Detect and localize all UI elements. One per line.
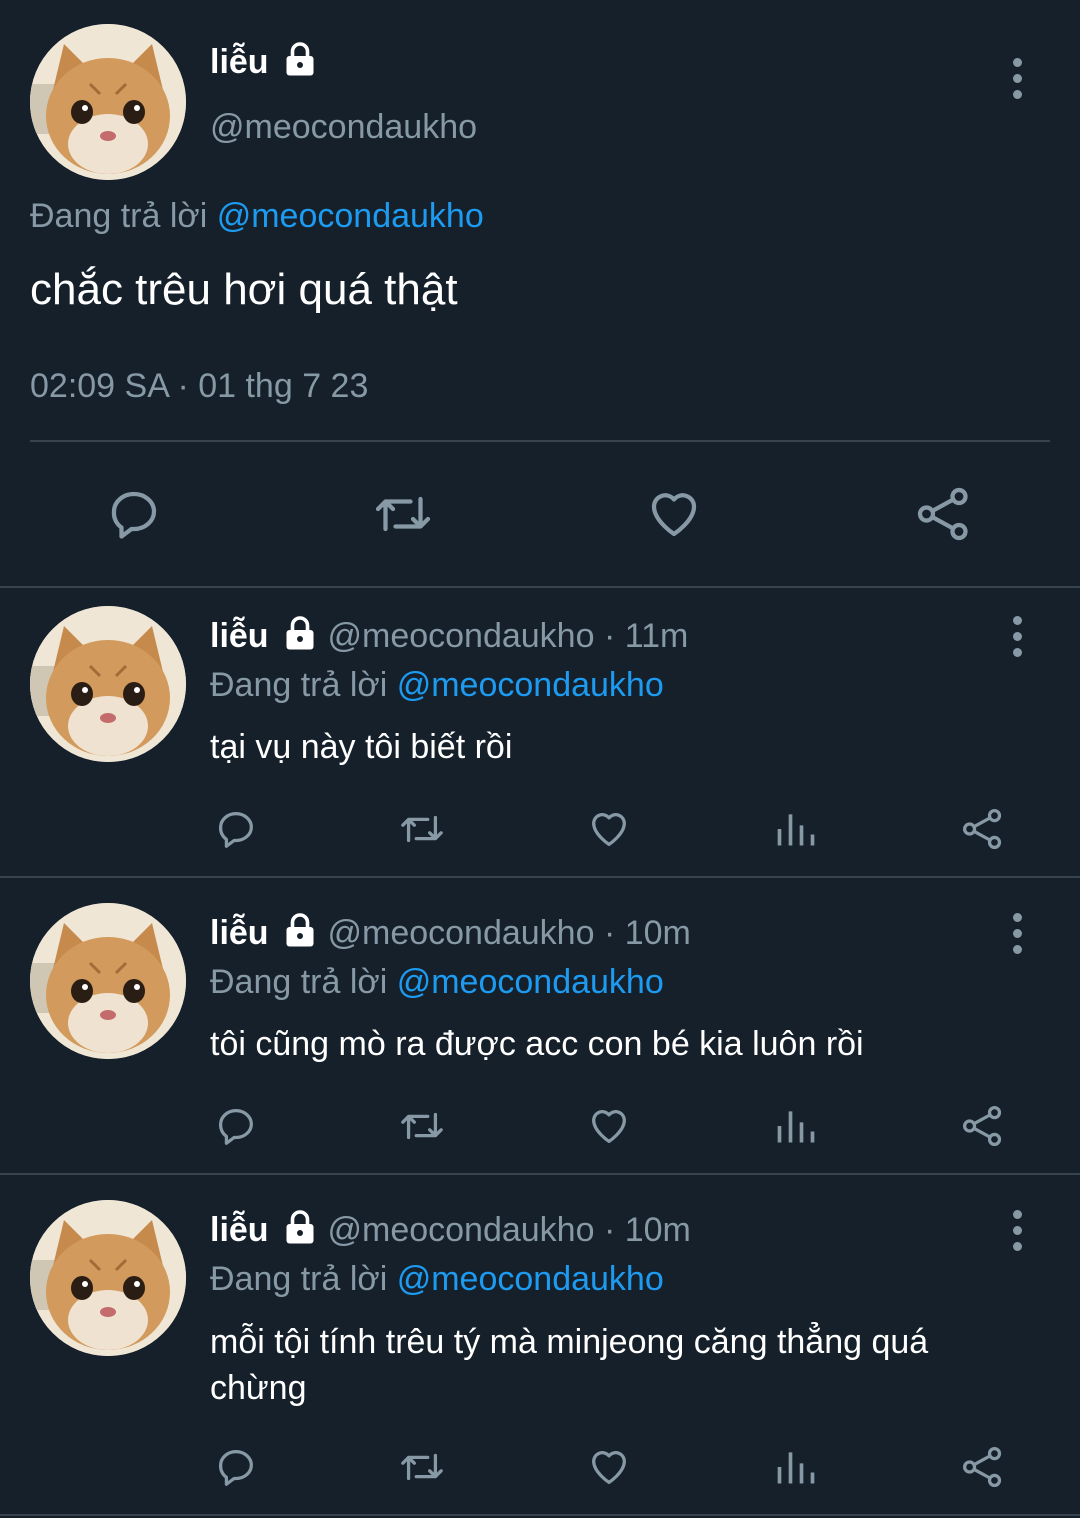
divider — [30, 440, 1050, 442]
avatar[interactable] — [30, 903, 186, 1059]
replying-to: Đang trả lời @meocondaukho — [30, 194, 484, 238]
author-row: liễu @meocondaukho · 10m — [210, 911, 691, 955]
heart-icon — [592, 1110, 626, 1143]
like-button[interactable] — [644, 484, 704, 544]
bar-chart-icon — [777, 1111, 815, 1143]
more-vertical-icon[interactable] — [1011, 58, 1023, 99]
retweet-button[interactable] — [396, 1103, 448, 1149]
more-vertical-icon[interactable] — [1011, 913, 1023, 954]
tweet-text: mỗi tội tính trêu tý mà minjeong căng th… — [210, 1319, 928, 1411]
tweet-text-line: chừng — [210, 1369, 307, 1407]
share-button[interactable] — [960, 1444, 1006, 1490]
author-row: liễu — [210, 40, 318, 84]
analytics-button[interactable] — [774, 1444, 818, 1490]
handle[interactable]: @meocondaukho — [210, 105, 477, 149]
analytics-button[interactable] — [774, 1103, 818, 1149]
like-button[interactable] — [586, 1444, 632, 1490]
reply-button[interactable] — [213, 1103, 259, 1149]
divider — [0, 1514, 1080, 1516]
replying-to: Đang trả lời @meocondaukho — [210, 960, 664, 1004]
replying-prefix: Đang trả lời — [210, 963, 388, 1001]
replying-prefix: Đang trả lời — [210, 666, 388, 704]
lock-icon — [286, 1210, 314, 1244]
heart-icon — [592, 813, 626, 846]
replying-handle-link[interactable]: @meocondaukho — [397, 666, 664, 704]
reply-button[interactable] — [213, 806, 259, 852]
display-name[interactable]: liễu — [210, 43, 269, 81]
handle-time[interactable]: @meocondaukho · 11m — [327, 617, 688, 655]
share-icon — [962, 1446, 1002, 1488]
replying-handle-link[interactable]: @meocondaukho — [217, 197, 484, 235]
bar-chart-icon — [777, 814, 815, 846]
display-name[interactable]: liễu — [210, 617, 269, 655]
reply-button[interactable] — [213, 1444, 259, 1490]
avatar[interactable] — [30, 1200, 186, 1356]
replying-to: Đang trả lời @meocondaukho — [210, 663, 664, 707]
replying-prefix: Đang trả lời — [30, 197, 208, 235]
divider — [0, 1173, 1080, 1175]
tweet-text: tại vụ này tôi biết rồi — [210, 728, 513, 766]
divider — [0, 876, 1080, 878]
retweet-icon — [401, 1112, 443, 1140]
lock-icon — [286, 42, 314, 76]
retweet-icon — [375, 496, 431, 532]
avatar[interactable] — [30, 24, 186, 180]
handle-time[interactable]: @meocondaukho · 10m — [327, 1211, 690, 1249]
author-row: liễu @meocondaukho · 10m — [210, 1208, 691, 1252]
speech-bubble-icon — [219, 1109, 253, 1145]
replying-to: Đang trả lời @meocondaukho — [210, 1257, 664, 1301]
retweet-button[interactable] — [370, 484, 436, 544]
lock-icon — [286, 616, 314, 650]
retweet-icon — [401, 815, 443, 843]
divider — [0, 586, 1080, 588]
tweet-text-line: mỗi tội tính trêu tý mà minjeong căng th… — [210, 1323, 929, 1361]
share-icon — [917, 487, 968, 541]
reply-button[interactable] — [104, 484, 164, 544]
tweet-text: chắc trêu hơi quá thật — [30, 265, 458, 314]
retweet-button[interactable] — [396, 806, 448, 852]
retweet-button[interactable] — [396, 1444, 448, 1490]
replying-handle-link[interactable]: @meocondaukho — [397, 1260, 664, 1298]
timestamp[interactable]: 02:09 SA · 01 thg 7 23 — [30, 364, 368, 408]
heart-icon — [592, 1451, 626, 1484]
avatar[interactable] — [30, 606, 186, 762]
lock-icon — [286, 913, 314, 947]
share-button[interactable] — [960, 806, 1006, 852]
share-icon — [962, 1105, 1002, 1147]
handle-time[interactable]: @meocondaukho · 10m — [327, 914, 690, 952]
display-name[interactable]: liễu — [210, 914, 269, 952]
share-button[interactable] — [914, 484, 974, 544]
more-vertical-icon[interactable] — [1011, 1210, 1023, 1251]
speech-bubble-icon — [111, 491, 157, 539]
speech-bubble-icon — [219, 812, 253, 848]
tweet-text: tôi cũng mò ra được acc con bé kia luôn … — [210, 1025, 864, 1063]
replying-handle-link[interactable]: @meocondaukho — [397, 963, 664, 1001]
share-button[interactable] — [960, 1103, 1006, 1149]
retweet-icon — [401, 1453, 443, 1481]
author-row: liễu @meocondaukho · 11m — [210, 614, 688, 658]
analytics-button[interactable] — [774, 806, 818, 852]
display-name[interactable]: liễu — [210, 1211, 269, 1249]
bar-chart-icon — [777, 1452, 815, 1484]
like-button[interactable] — [586, 806, 632, 852]
replying-prefix: Đang trả lời — [210, 1260, 388, 1298]
like-button[interactable] — [586, 1103, 632, 1149]
heart-icon — [651, 493, 697, 537]
share-icon — [962, 808, 1002, 850]
more-vertical-icon[interactable] — [1011, 616, 1023, 657]
speech-bubble-icon — [219, 1450, 253, 1486]
